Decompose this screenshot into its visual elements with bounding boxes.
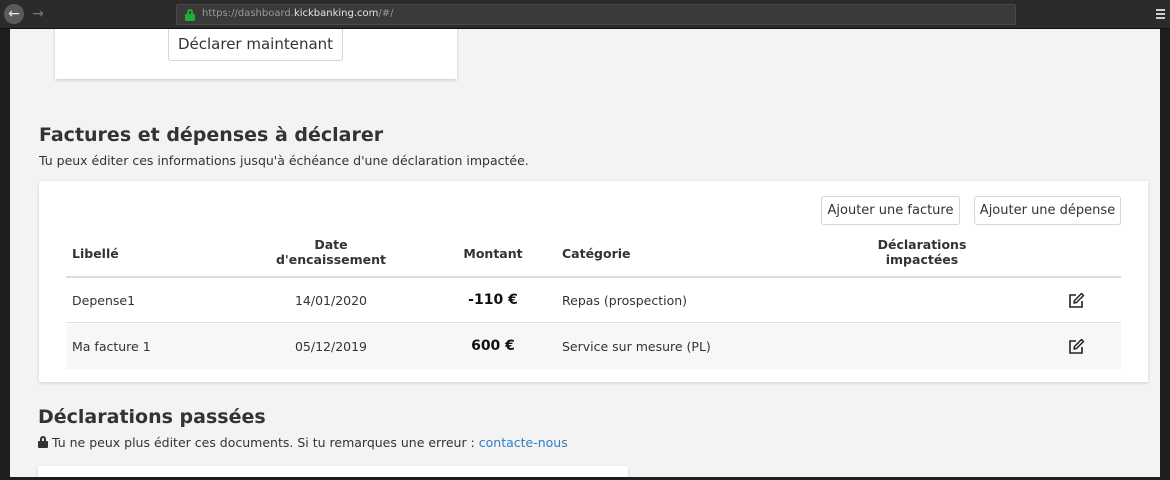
table-row: Depense1 14/01/2020 -110 € Repas (prospe… [66,278,1121,323]
table-row: Ma facture 1 05/12/2019 600 € Service su… [66,324,1121,369]
edit-icon[interactable] [1067,292,1085,310]
edit-icon[interactable] [1067,338,1085,356]
column-header-declarations-line1: Déclarations [877,237,967,252]
column-header-montant: Montant [463,246,523,261]
contact-link[interactable]: contacte-nous [479,435,568,450]
factures-table-card: Ajouter une facture Ajouter une dépense … [39,181,1148,382]
page-viewport: Déclarer maintenant Factures et dépenses… [10,29,1160,478]
window-edge [1160,29,1170,480]
past-declarations-title: Déclarations passées [38,406,266,428]
cell-libelle: Ma facture 1 [72,339,151,354]
arrow-left-icon[interactable]: ← [4,4,24,24]
cell-montant: -110 € [468,292,518,308]
cell-date: 14/01/2020 [294,293,368,308]
past-declarations-notice: Tu ne peux plus éditer ces documents. Si… [38,435,568,450]
lock-icon [38,436,48,448]
declaration-card: Déclarer maintenant [55,29,457,79]
column-header-date: Date d'encaissement [271,237,391,267]
url-prefix: https://dashboard. [202,8,294,19]
secure-lock-icon [185,9,195,21]
add-facture-button[interactable]: Ajouter une facture [821,196,960,225]
declare-now-button[interactable]: Déclarer maintenant [168,29,343,61]
column-header-date-line2: d'encaissement [275,252,387,267]
add-depense-button[interactable]: Ajouter une dépense [974,196,1121,225]
column-header-date-line1: Date [314,237,348,252]
browser-toolbar: ← → https://dashboard.kickbanking.com/#/ [0,0,1170,29]
url-text: https://dashboard.kickbanking.com/#/ [202,8,394,19]
factures-subtitle: Tu peux éditer ces informations jusqu'à … [39,153,529,168]
hamburger-menu-icon[interactable] [1156,9,1165,19]
arrow-right-icon[interactable]: → [29,4,47,24]
cell-date: 05/12/2019 [294,339,368,354]
address-bar[interactable]: https://dashboard.kickbanking.com/#/ [176,4,1016,25]
cell-montant: 600 € [471,338,515,354]
cell-categorie: Service sur mesure (PL) [562,339,711,354]
url-host: kickbanking.com [293,8,379,19]
column-header-declarations: Déclarations impactées [862,237,982,267]
cell-libelle: Depense1 [72,293,136,308]
notice-text: Tu ne peux plus éditer ces documents. Si… [52,435,479,450]
factures-title: Factures et dépenses à déclarer [39,124,384,146]
cell-categorie: Repas (prospection) [562,293,688,308]
column-header-categorie: Catégorie [562,246,631,261]
column-header-declarations-line2: impactées [885,252,959,267]
column-header-libelle: Libellé [72,246,119,261]
url-suffix: /#/ [378,8,394,19]
